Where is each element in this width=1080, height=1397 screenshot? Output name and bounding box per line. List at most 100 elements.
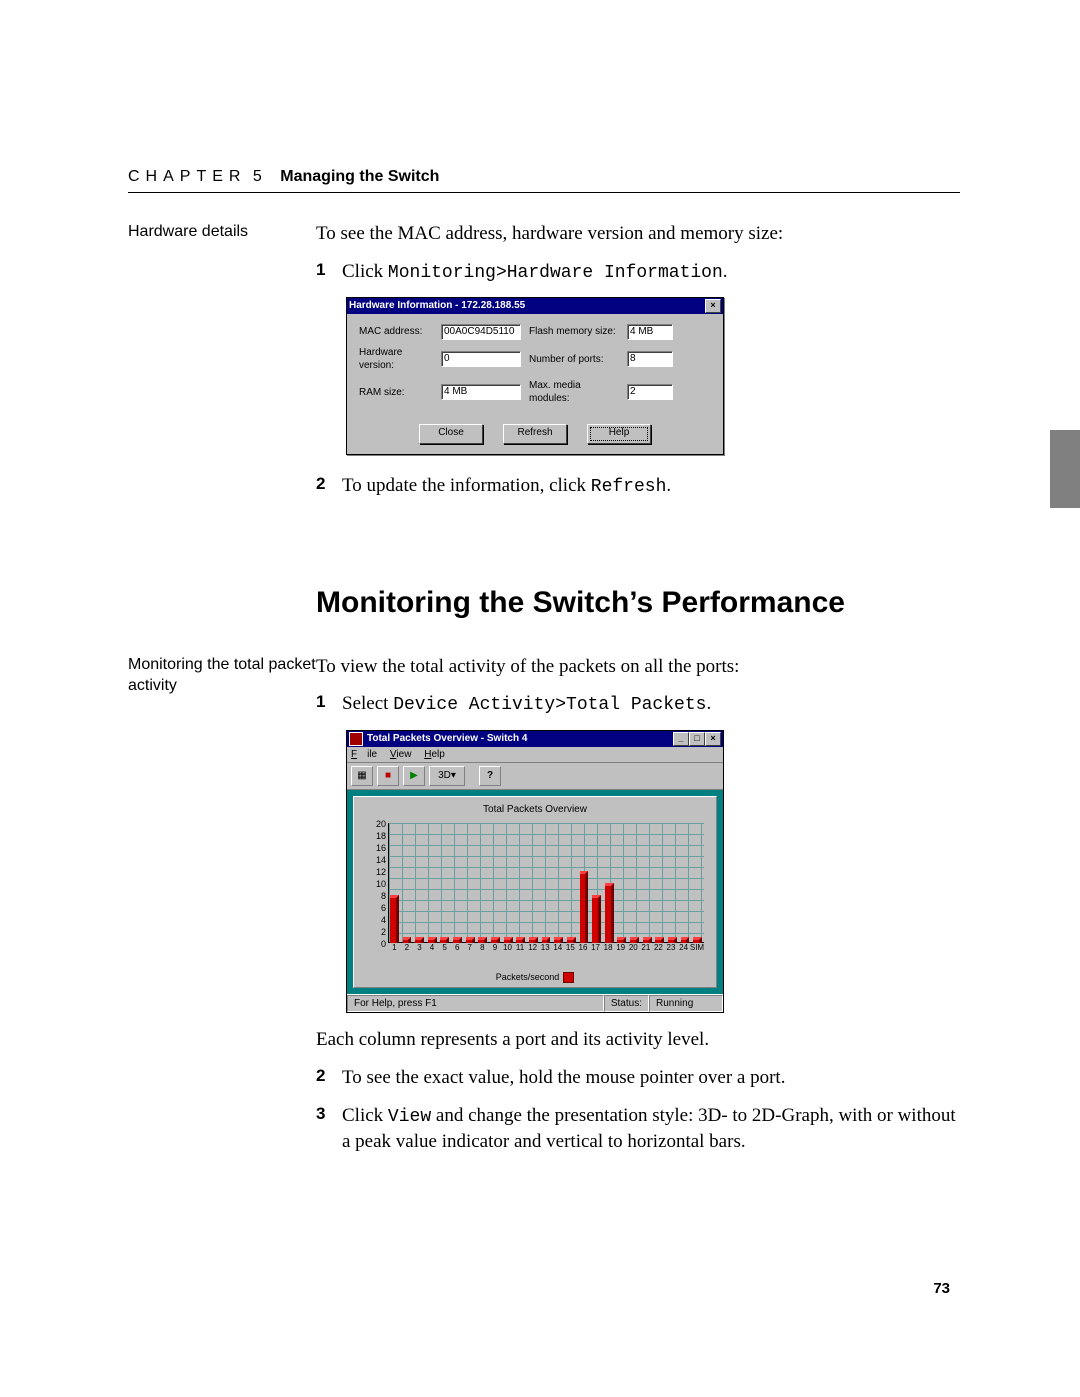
app-icon [349,732,363,746]
step-number: 3 [316,1103,342,1155]
text: 3D [438,769,451,783]
x-tick-label: 19 [614,943,627,955]
menu-help[interactable]: Help [424,749,445,760]
value-ports: 8 [627,351,673,367]
bar[interactable] [390,895,399,943]
x-tick-label: 9 [489,943,502,955]
text: . [666,475,671,496]
text: Click [342,1105,388,1126]
label-flash: Flash memory size: [529,325,619,339]
chart-legend: Packets/second [362,971,708,983]
bar[interactable] [592,895,601,943]
bar[interactable] [580,871,589,943]
x-tick-label: 7 [463,943,476,955]
thumb-tab [1050,430,1080,508]
chart-title: Total Packets Overview [362,803,708,817]
x-tick-label: 16 [577,943,590,955]
section-heading: Monitoring the Switch’s Performance [316,583,960,624]
value-hwver: 0 [441,351,521,367]
perf-step1: Select Device Activity>Total Packets. [342,691,960,717]
menu-file[interactable]: File [351,749,377,760]
refresh-button[interactable]: Refresh [503,424,567,444]
bar-chart: 123456789101112131415161718192021222324S… [362,821,708,969]
chapter-word: CHAPTER [128,168,246,186]
margin-note-hardware: Hardware details [128,221,316,243]
label-mac: MAC address: [359,325,433,339]
x-tick-label: 4 [426,943,439,955]
total-packets-window: Total Packets Overview - Switch 4 _ □ × … [346,730,724,1014]
status-help: For Help, press F1 [347,995,604,1013]
bar[interactable] [605,883,614,943]
page-number: 73 [933,1280,950,1297]
menu-view[interactable]: View [390,749,412,760]
hw-step1: Click Monitoring>Hardware Information. [342,259,960,285]
x-tick-label: 5 [438,943,451,955]
perf-intro: To view the total activity of the packet… [316,654,960,680]
x-tick-label: 8 [476,943,489,955]
hw-step2: To update the information, click Refresh… [342,473,960,499]
close-icon[interactable]: × [705,299,721,313]
toolbar-3d-toggle[interactable]: 3D ▾ [429,766,465,786]
x-tick-label: 3 [413,943,426,955]
x-tick-label: 11 [514,943,527,955]
y-tick-label: 16 [362,842,386,854]
margin-note-monitoring: Monitoring the total packet activity [128,654,316,697]
label-hwver: Hardware version: [359,346,433,373]
chapter-number: 5 [253,168,262,185]
y-tick-label: 20 [362,818,386,830]
x-tick-label: SIM [690,943,704,955]
code: View [388,1107,431,1127]
y-tick-label: 14 [362,854,386,866]
legend-swatch [563,972,574,983]
toolbar-stop-icon[interactable]: ■ [377,766,399,786]
text: and change the presentation style: 3D- t… [342,1105,956,1152]
status-value: Running [649,995,723,1013]
text: . [723,261,728,282]
help-button[interactable]: Help [587,424,651,444]
hw-intro: To see the MAC address, hardware version… [316,221,960,247]
label-media: Max. media modules: [529,379,619,406]
status-label: Status: [604,995,649,1013]
close-icon[interactable]: × [705,732,721,746]
hardware-info-dialog: Hardware Information - 172.28.188.55 × M… [346,297,724,455]
step-number: 2 [316,1065,342,1091]
y-tick-label: 18 [362,830,386,842]
y-tick-label: 12 [362,866,386,878]
label-ram: RAM size: [359,386,433,400]
perf-after1: Each column represents a port and its ac… [316,1027,960,1053]
text: Click [342,261,388,282]
x-tick-label: 21 [640,943,653,955]
perf-step2: To see the exact value, hold the mouse p… [342,1065,960,1091]
x-tick-label: 6 [451,943,464,955]
dialog-title: Hardware Information - 172.28.188.55 [349,299,705,313]
text: . [706,693,711,714]
toolbar-play-icon[interactable]: ▶ [403,766,425,786]
x-tick-label: 1 [388,943,401,955]
maximize-icon[interactable]: □ [689,732,705,746]
step-number: 1 [316,259,342,285]
x-tick-label: 22 [652,943,665,955]
x-tick-label: 12 [526,943,539,955]
toolbar: ▦ ■ ▶ 3D ▾ ? [347,763,723,790]
toolbar-save-icon[interactable]: ▦ [351,766,373,786]
code: Refresh [591,477,667,497]
x-tick-label: 23 [665,943,678,955]
close-button[interactable]: Close [419,424,483,444]
x-tick-label: 15 [564,943,577,955]
x-tick-label: 10 [501,943,514,955]
value-ram: 4 MB [441,384,521,400]
menubar: File View Help [347,747,723,764]
step-number: 2 [316,473,342,499]
y-tick-label: 4 [362,914,386,926]
y-tick-label: 6 [362,902,386,914]
x-tick-label: 18 [602,943,615,955]
menu-path: Device Activity>Total Packets [393,695,706,715]
x-tick-label: 13 [539,943,552,955]
chapter-title: Managing the Switch [280,168,439,185]
x-tick-label: 2 [401,943,414,955]
step-number: 1 [316,691,342,717]
x-tick-label: 24 [677,943,690,955]
minimize-icon[interactable]: _ [673,732,689,746]
y-tick-label: 10 [362,878,386,890]
toolbar-help-icon[interactable]: ? [479,766,501,786]
